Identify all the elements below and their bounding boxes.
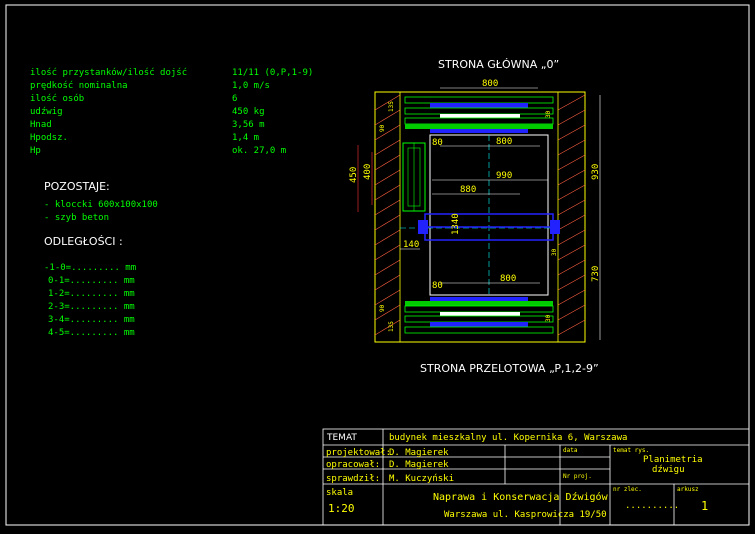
dim-left-140: 140 [403, 240, 419, 250]
distance-item: -1-0=......... mm [44, 263, 136, 273]
dim-inner-800-top: 800 [496, 137, 512, 147]
spec-label: Hp [30, 146, 41, 156]
temat-label: TEMAT [326, 433, 357, 443]
spec-value: 6 [232, 94, 237, 104]
dim-side-135-bottom: 135 [388, 321, 395, 332]
remains-heading: POZOSTAJE: [44, 180, 110, 193]
spec-value: 11/11 (0,P,1-9) [232, 68, 313, 78]
nr-zlec-value: .......... [625, 501, 679, 511]
dim-right-30-mid: 30 [551, 248, 558, 256]
remains-item: - kloccki 600x100x100 [44, 200, 158, 210]
distance-item: 1-2=......... mm [48, 289, 135, 299]
counterweight [402, 142, 426, 212]
top-door-assembly [404, 96, 554, 133]
skala-value: 1:20 [328, 502, 355, 515]
spec-label: udźwig [30, 107, 63, 117]
dim-side-90-bottom: 90 [379, 304, 386, 312]
skala-label: skala [326, 488, 353, 498]
nr-proj-label: Nr proj. [563, 473, 592, 480]
distance-item: 3-4=......... mm [48, 315, 135, 325]
dim-height-730: 730 [591, 266, 601, 282]
shaft-plan: STRONA GŁÓWNA „0” STRONA PRZELOTOWA „P,1… [349, 58, 601, 375]
specs-table: ilość przystanków/ilość dojść 11/11 (0,P… [30, 67, 313, 156]
sprawdzil-value: M. Kuczyński [389, 474, 454, 484]
data-label: data [563, 447, 578, 454]
dim-side-135-top: 135 [388, 101, 395, 112]
spec-value: 450 kg [232, 107, 265, 117]
distance-item: 0-1=......... mm [48, 276, 135, 286]
dim-door-80-top: 80 [432, 138, 443, 148]
drawing-title-line1: Planimetria [643, 455, 703, 465]
nr-zlec-label: nr zlec. [613, 486, 642, 493]
spec-label: Hnad [30, 120, 52, 130]
bottom-door-assembly [404, 297, 554, 334]
temat-value: budynek mieszkalny ul. Kopernika 6, Wars… [389, 433, 627, 443]
dim-top-width: 800 [482, 79, 498, 89]
cad-drawing-sheet: ilość przystanków/ilość dojść 11/11 (0,P… [5, 4, 750, 526]
remains-item: - szyb beton [44, 213, 109, 223]
spec-label: ilość osób [30, 93, 84, 104]
dim-right-30-bottom: 30 [545, 314, 552, 322]
company-address: Warszawa ul. Kasprowicza 19/50 [444, 510, 607, 520]
main-side-label: STRONA GŁÓWNA „0” [438, 58, 559, 71]
dim-door-80-bottom: 80 [432, 281, 443, 291]
spec-label: ilość przystanków/ilość dojść [30, 67, 187, 78]
notes-block: POZOSTAJE: - kloccki 600x100x100 - szyb … [44, 180, 158, 338]
right-wall-hatch [557, 94, 586, 336]
spec-value: ok. 27,0 m [232, 146, 286, 156]
spec-value: 3,56 m [232, 120, 265, 130]
arkusz-label: arkusz [677, 486, 699, 493]
distance-item: 4-5=......... mm [48, 328, 135, 338]
dim-left-450: 450 [349, 167, 359, 183]
spec-label: prędkość nominalna [30, 80, 128, 91]
opracowal-label: opracował: [326, 460, 380, 470]
dim-right-30-top: 30 [545, 110, 552, 118]
sprawdzil-label: sprawdził: [326, 474, 380, 484]
drawing-title-line2: dźwigu [652, 465, 685, 475]
opracowal-value: D. Magierek [389, 460, 449, 470]
arkusz-value: 1 [701, 499, 708, 513]
distance-item: 2-3=......... mm [48, 302, 135, 312]
dim-left-400: 400 [363, 164, 373, 180]
projektowal-value: D. Magierek [389, 448, 449, 458]
spec-value: 1,4 m [232, 133, 259, 143]
dim-width-880: 880 [460, 185, 476, 195]
distances-heading: ODLEGŁOŚCI : [44, 235, 123, 248]
dim-height-1340: 1340 [451, 213, 461, 235]
dim-inner-800-bottom: 800 [500, 274, 516, 284]
company-name: Naprawa i Konserwacja Dźwigów [433, 491, 609, 503]
dim-width-990: 990 [496, 171, 512, 181]
dim-height-930: 930 [591, 164, 601, 180]
pass-side-label: STRONA PRZELOTOWA „P,1,2-9” [420, 362, 599, 375]
temat-rys-label: temat rys. [613, 447, 649, 454]
spec-value: 1,0 m/s [232, 81, 270, 91]
spec-label: Hpodsz. [30, 133, 68, 143]
dim-side-90-top: 90 [379, 124, 386, 132]
projektowal-label: projektował: [326, 448, 391, 458]
